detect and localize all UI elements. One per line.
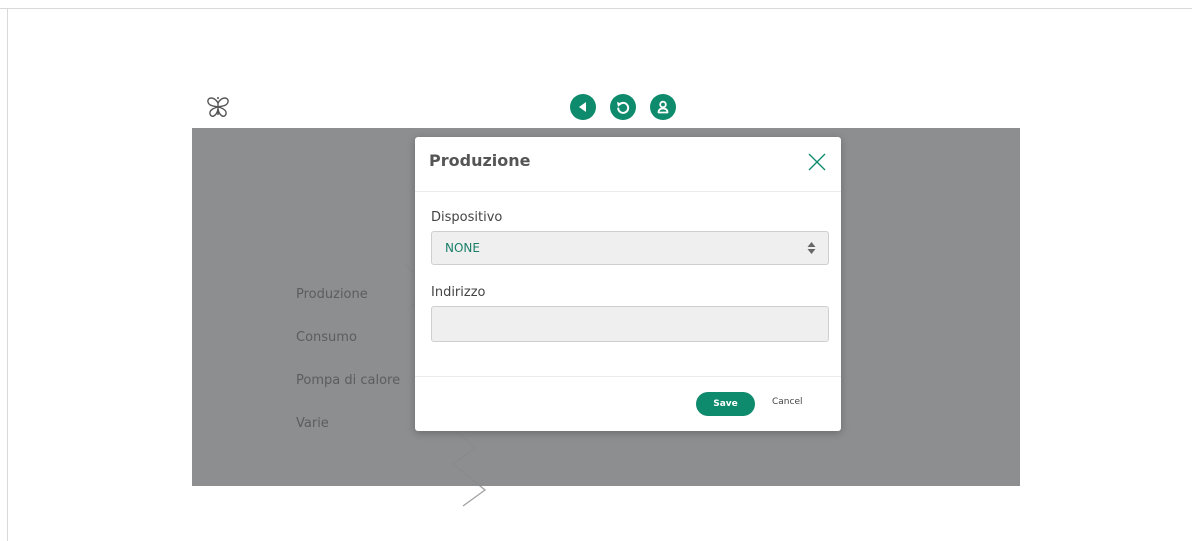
arrow-left-icon (579, 102, 586, 112)
address-input[interactable] (431, 306, 829, 342)
cancel-button[interactable]: Cancel (772, 397, 803, 407)
device-selected-value: NONE (445, 241, 480, 255)
footer-divider (415, 376, 841, 377)
user-button[interactable] (650, 94, 676, 120)
refresh-icon (617, 101, 630, 114)
menu-item-varie[interactable]: Varie (296, 413, 400, 435)
menu-item-consumo[interactable]: Consumo (296, 327, 400, 349)
user-icon (657, 100, 669, 114)
top-navigation (570, 94, 676, 120)
device-select[interactable]: NONE (431, 231, 829, 265)
dialog-header: Produzione (415, 137, 841, 192)
back-button[interactable] (570, 94, 596, 120)
sort-arrows-icon (807, 242, 816, 254)
close-button[interactable] (807, 152, 827, 172)
menu-item-produzione[interactable]: Produzione (296, 284, 400, 306)
butterfly-icon (205, 94, 231, 120)
close-icon (808, 153, 826, 171)
frame-left-border (7, 8, 8, 541)
dialog-title: Produzione (429, 151, 531, 170)
frame-top-border (0, 8, 1192, 9)
address-label: Indirizzo (431, 285, 486, 300)
side-menu: Produzione Consumo Pompa di calore Varie (296, 284, 400, 456)
refresh-button[interactable] (610, 94, 636, 120)
dialog-body: Dispositivo NONE Indirizzo (415, 192, 841, 342)
device-label: Dispositivo (431, 210, 503, 225)
produzione-dialog: Produzione Dispositivo NONE Indirizzo Sa… (415, 137, 841, 431)
menu-item-pompa-di-calore[interactable]: Pompa di calore (296, 370, 400, 392)
save-button[interactable]: Save (696, 392, 755, 416)
